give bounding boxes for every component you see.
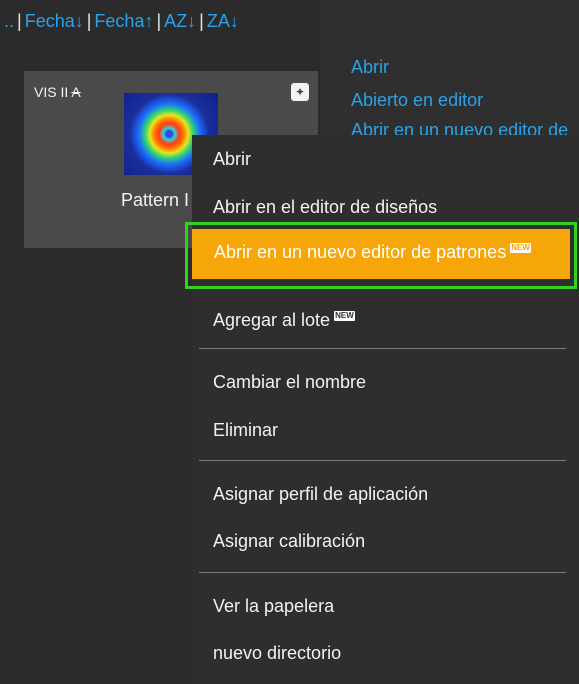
panel-link-open[interactable]: Abrir [351,57,389,78]
sort-date-desc[interactable]: Fecha↓ [25,11,84,31]
menu-item-open-new-pattern-editor-label: Abrir en un nuevo editor de patrones NEW [214,242,531,262]
sort-az[interactable]: AZ↓ [164,11,196,31]
menu-item-new-directory[interactable]: nuevo directorio [213,643,341,664]
card-label: Pattern I [121,190,190,210]
card-title: VIS II A [34,84,81,100]
menu-item-delete[interactable]: Eliminar [213,420,278,441]
menu-item-open[interactable]: Abrir [213,149,251,170]
new-badge: NEW [510,243,531,253]
menu-item-assign-calibration[interactable]: Asignar calibración [213,531,365,552]
new-badge: NEW [334,311,355,321]
menu-item-assign-app-profile[interactable]: Asignar perfil de aplicación [213,484,428,505]
sparkle-icon: ✦ [294,85,306,99]
panel-link-open-in-editor[interactable]: Abierto en editor [351,90,483,111]
menu-divider [199,460,566,461]
card-action-button[interactable]: ✦ [291,83,309,101]
menu-item-rename[interactable]: Cambiar el nombre [213,372,366,393]
sort-parent-link[interactable]: .. [4,11,14,31]
sort-bar: .. | Fecha↓ | Fecha↑ | AZ↓ | ZA↓ [4,11,239,31]
menu-divider [199,572,566,573]
menu-item-view-trash[interactable]: Ver la papelera [213,596,334,617]
card-title-text: VIS II [34,84,69,100]
card-title-suffix: A [71,84,81,100]
sort-date-asc[interactable]: Fecha↑ [94,11,153,31]
menu-item-open-layout-editor[interactable]: Abrir en el editor de diseños [213,197,437,218]
sort-za[interactable]: ZA↓ [207,11,239,31]
menu-divider [199,348,566,349]
menu-item-add-to-batch[interactable]: Agregar al lote NEW [213,310,355,331]
